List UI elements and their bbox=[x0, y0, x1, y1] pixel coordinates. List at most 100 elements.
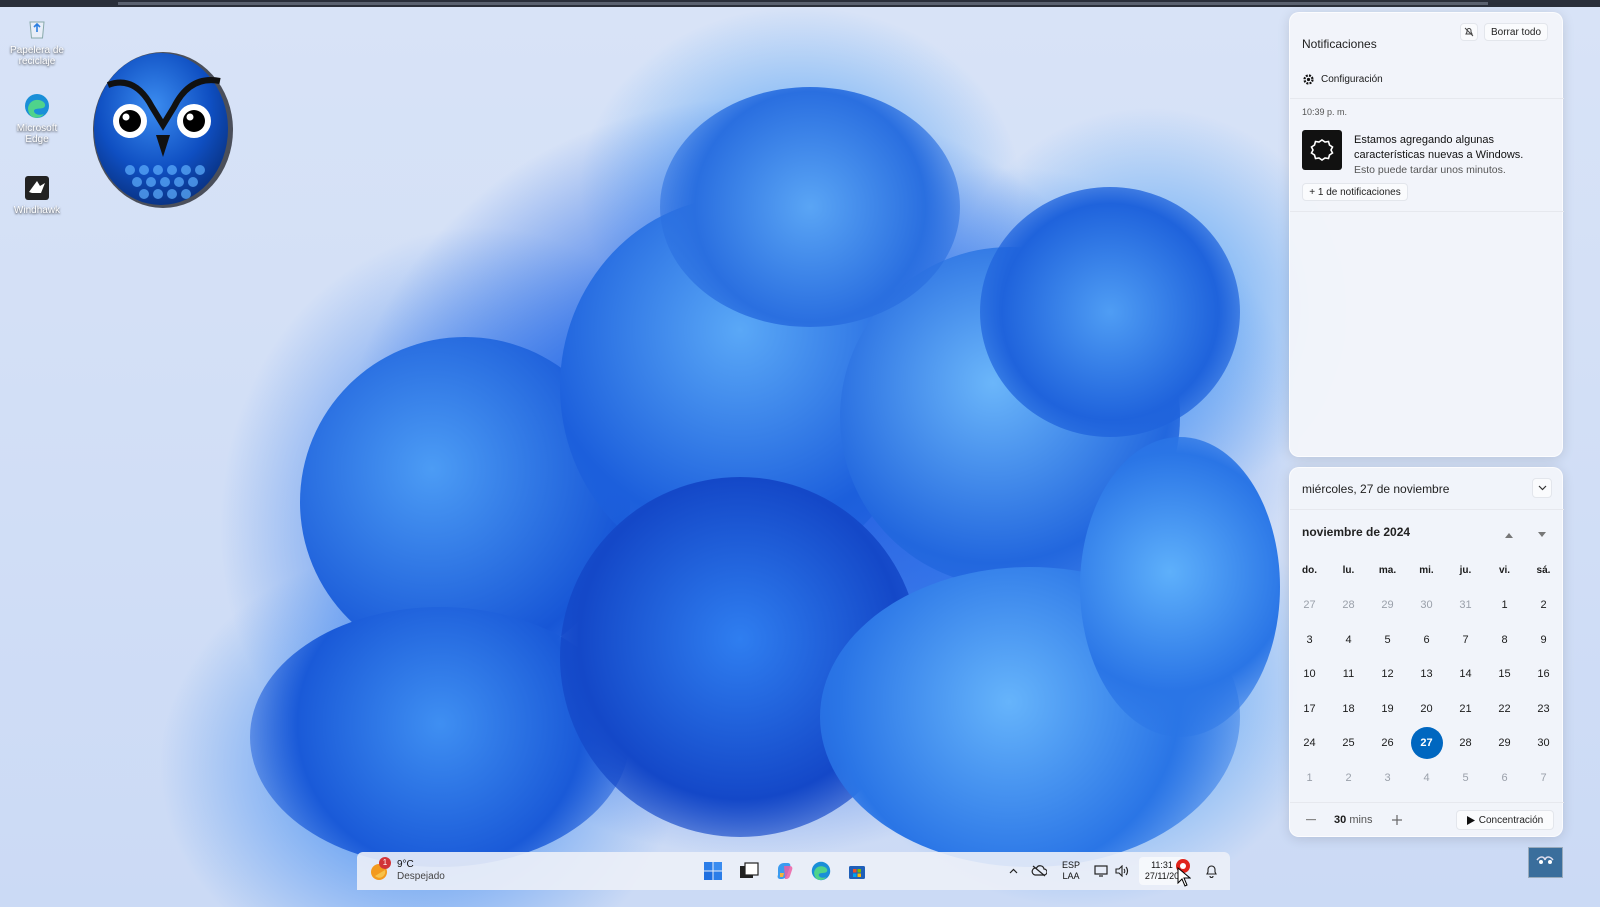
calendar-day[interactable]: 15 bbox=[1485, 667, 1524, 702]
calendar-day[interactable]: 29 bbox=[1368, 598, 1407, 633]
mouse-cursor bbox=[1175, 866, 1193, 888]
copilot-button[interactable] bbox=[772, 859, 798, 883]
increase-focus-button[interactable] bbox=[1388, 811, 1406, 829]
notification-body[interactable]: Estamos agregando algunas característica… bbox=[1354, 133, 1554, 178]
calendar-day[interactable]: 2 bbox=[1329, 771, 1368, 806]
calendar-day[interactable]: 19 bbox=[1368, 702, 1407, 737]
triangle-down-icon bbox=[1538, 532, 1546, 537]
calendar-day[interactable]: 27 bbox=[1290, 598, 1329, 633]
calendar-day[interactable]: 2 bbox=[1524, 598, 1563, 633]
calendar-day[interactable]: 13 bbox=[1407, 667, 1446, 702]
calendar-day[interactable]: 29 bbox=[1485, 736, 1524, 771]
task-view-button[interactable] bbox=[736, 859, 762, 883]
calendar-day[interactable]: 10 bbox=[1290, 667, 1329, 702]
notification-time: 10:39 p. m. bbox=[1302, 107, 1348, 117]
focus-label: Concentración bbox=[1478, 814, 1544, 826]
windows-logo-icon bbox=[704, 862, 722, 880]
calendar-day[interactable]: 28 bbox=[1446, 736, 1485, 771]
calendar-day[interactable]: 16 bbox=[1524, 667, 1563, 702]
calendar-day[interactable]: 4 bbox=[1407, 771, 1446, 806]
play-icon bbox=[1466, 815, 1475, 825]
collapse-calendar-button[interactable] bbox=[1532, 478, 1552, 498]
cursor-icon bbox=[1177, 867, 1191, 887]
calendar-day[interactable]: 8 bbox=[1485, 633, 1524, 668]
taskbar: 1 9°C Despejado ESP LAA 11:31 27/11/20 bbox=[357, 852, 1230, 890]
calendar-day[interactable]: 12 bbox=[1368, 667, 1407, 702]
corner-thumbnail bbox=[1528, 847, 1563, 878]
weather-desc: Despejado bbox=[397, 871, 445, 882]
chevron-down-icon bbox=[1538, 485, 1546, 491]
store-button[interactable] bbox=[844, 859, 870, 883]
copilot-icon bbox=[777, 863, 793, 879]
calendar-day[interactable]: 7 bbox=[1524, 771, 1563, 806]
owl-logo bbox=[90, 45, 236, 211]
calendar-day[interactable]: 4 bbox=[1329, 633, 1368, 668]
calendar-day[interactable]: 6 bbox=[1407, 633, 1446, 668]
onedrive-button[interactable] bbox=[1029, 862, 1049, 880]
bell-icon bbox=[1205, 865, 1217, 878]
desktop-icon-label: Papelera de reciclaje bbox=[10, 45, 64, 67]
settings-row[interactable]: Configuración bbox=[1302, 73, 1383, 86]
calendar-day[interactable]: 5 bbox=[1368, 633, 1407, 668]
calendar-grid: do. lu. ma. mi. ju. vi. sá. 27 28 29 30 … bbox=[1290, 564, 1564, 805]
weekday-label: mi. bbox=[1419, 565, 1434, 576]
next-month-button[interactable] bbox=[1537, 526, 1547, 544]
calendar-week: 3 4 5 6 7 8 9 bbox=[1290, 633, 1564, 668]
volume-button[interactable] bbox=[1113, 862, 1131, 880]
weekday-label: ju. bbox=[1459, 565, 1472, 576]
calendar-day[interactable]: 17 bbox=[1290, 702, 1329, 737]
calendar-month-title[interactable]: noviembre de 2024 bbox=[1302, 525, 1410, 539]
desktop-icon-windhawk[interactable]: Windhawk bbox=[4, 174, 70, 216]
calendar-day[interactable]: 28 bbox=[1329, 598, 1368, 633]
prev-month-button[interactable] bbox=[1504, 526, 1514, 544]
calendar-day[interactable]: 24 bbox=[1290, 736, 1329, 771]
calendar-day[interactable]: 23 bbox=[1524, 702, 1563, 737]
weekday-label: sá. bbox=[1536, 565, 1551, 576]
edge-icon bbox=[23, 92, 51, 120]
start-focus-button[interactable]: Concentración bbox=[1456, 810, 1554, 830]
calendar-day[interactable]: 5 bbox=[1446, 771, 1485, 806]
network-button[interactable] bbox=[1092, 862, 1110, 880]
calendar-day[interactable]: 26 bbox=[1368, 736, 1407, 771]
calendar-day[interactable]: 25 bbox=[1329, 736, 1368, 771]
calendar-day[interactable]: 22 bbox=[1485, 702, 1524, 737]
calendar-day[interactable]: 1 bbox=[1290, 771, 1329, 806]
edge-taskbar-button[interactable] bbox=[808, 859, 834, 883]
weekday-label: ma. bbox=[1378, 565, 1397, 576]
calendar-day[interactable]: 11 bbox=[1329, 667, 1368, 702]
weather-temp: 9°C bbox=[397, 859, 414, 870]
calendar-week: 10 11 12 13 14 15 16 bbox=[1290, 667, 1564, 702]
calendar-day[interactable]: 18 bbox=[1329, 702, 1368, 737]
calendar-week: 24 25 26 27 28 29 30 bbox=[1290, 727, 1564, 771]
calendar-day[interactable]: 14 bbox=[1446, 667, 1485, 702]
decrease-focus-button[interactable] bbox=[1302, 811, 1320, 829]
desktop-icon-edge[interactable]: Microsoft Edge bbox=[4, 92, 70, 145]
language-indicator[interactable]: ESP LAA bbox=[1059, 857, 1083, 885]
calendar-day[interactable]: 1 bbox=[1485, 598, 1524, 633]
calendar-day[interactable]: 7 bbox=[1446, 633, 1485, 668]
clear-all-button[interactable]: Borrar todo bbox=[1484, 23, 1548, 41]
calendar-day-today[interactable]: 27 bbox=[1407, 727, 1446, 771]
notifications-button[interactable] bbox=[1202, 862, 1220, 880]
calendar-day[interactable]: 6 bbox=[1485, 771, 1524, 806]
recycle-bin-icon bbox=[23, 14, 51, 42]
calendar-day[interactable]: 30 bbox=[1407, 598, 1446, 633]
show-hidden-icons-button[interactable] bbox=[1005, 863, 1021, 879]
calendar-day[interactable]: 9 bbox=[1524, 633, 1563, 668]
focus-unit: mins bbox=[1349, 814, 1373, 826]
calendar-day[interactable]: 3 bbox=[1290, 633, 1329, 668]
calendar-day[interactable]: 31 bbox=[1446, 598, 1485, 633]
dnd-button[interactable] bbox=[1460, 23, 1478, 41]
weather-widget[interactable]: 1 9°C Despejado bbox=[369, 856, 445, 886]
calendar-day[interactable]: 3 bbox=[1368, 771, 1407, 806]
weather-badge: 1 bbox=[379, 857, 391, 869]
clock-time: 11:31 bbox=[1151, 860, 1173, 870]
focus-duration: 30 mins bbox=[1334, 814, 1373, 826]
calendar-day[interactable]: 30 bbox=[1524, 736, 1563, 771]
owl-thumbnail-icon bbox=[1536, 856, 1554, 864]
more-notifications-button[interactable]: + 1 de notificaciones bbox=[1302, 183, 1408, 201]
start-button[interactable] bbox=[700, 859, 726, 883]
calendar-day[interactable]: 21 bbox=[1446, 702, 1485, 737]
focus-bar: 30 mins Concentración bbox=[1290, 803, 1564, 837]
desktop-icon-recycle-bin[interactable]: Papelera de reciclaje bbox=[4, 14, 70, 67]
